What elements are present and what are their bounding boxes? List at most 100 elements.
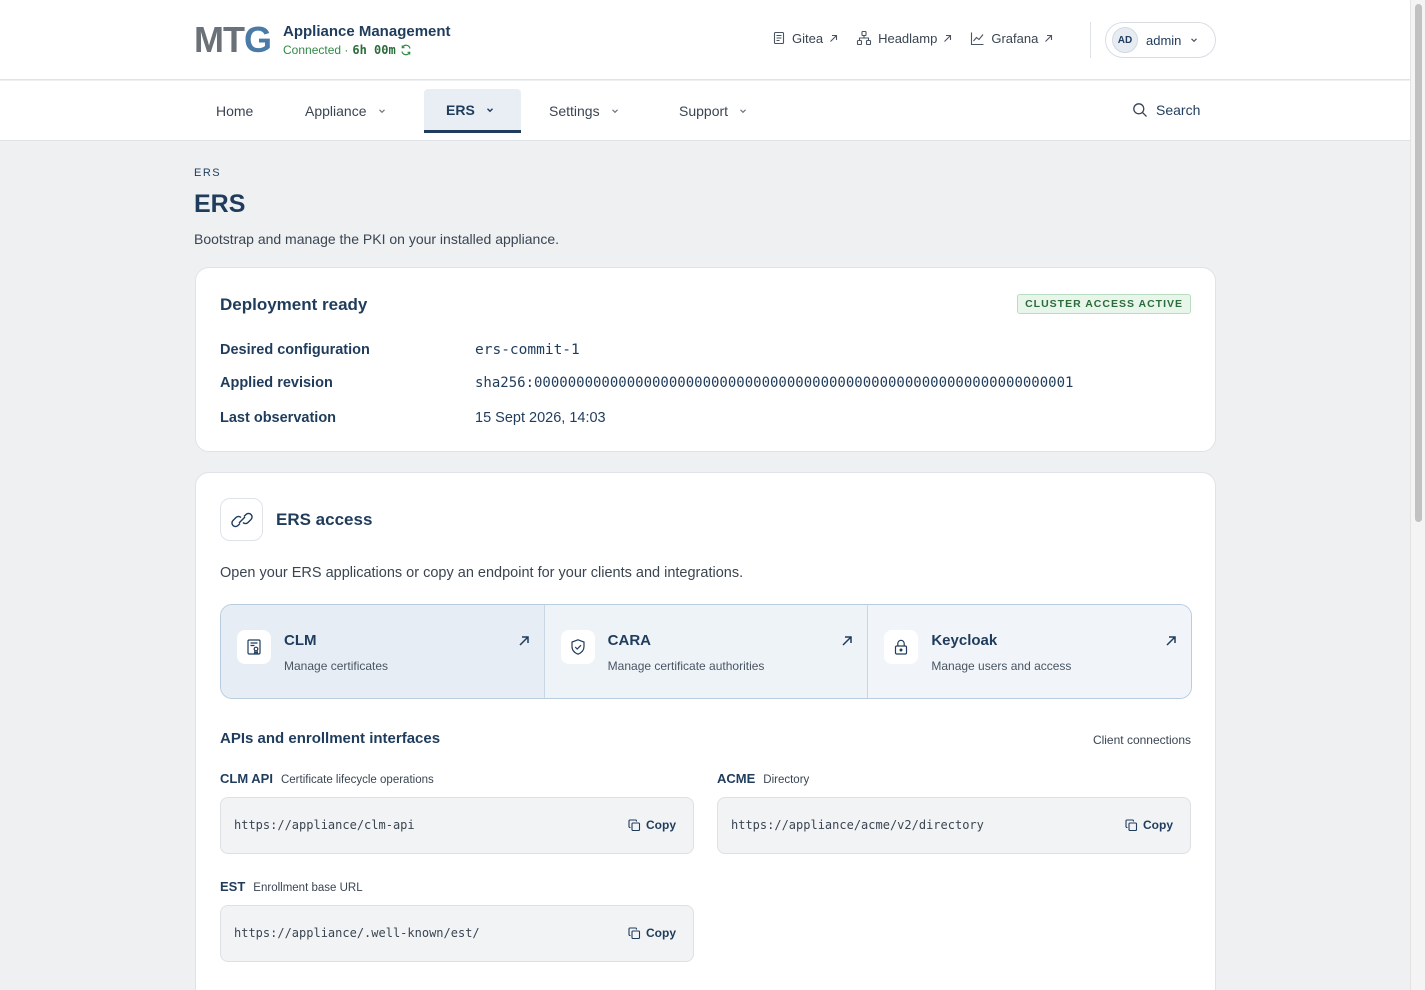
access-description: Open your ERS applications or copy an en… — [220, 565, 744, 581]
endpoint-description: Enrollment base URL — [253, 882, 363, 894]
app-description: Manage certificate authorities — [607, 659, 765, 673]
chart-line-icon — [971, 32, 984, 45]
app-name: Keycloak — [931, 632, 998, 649]
search-icon — [1133, 103, 1147, 117]
nav-home-label: Home — [216, 103, 254, 119]
deployment-card: Deployment ready CLUSTER ACCESS ACTIVE D… — [195, 267, 1216, 452]
external-arrow-icon — [944, 34, 952, 42]
nav-appliance-label: Appliance — [305, 103, 367, 119]
chevron-down-icon — [486, 107, 493, 112]
endpoint-url[interactable]: https://appliance/acme/v2/directory — [731, 818, 984, 832]
last-observation-label: Last observation — [220, 410, 337, 426]
external-arrow-icon — [830, 34, 838, 42]
nav-ers-label: ERS — [446, 101, 475, 118]
applied-revision-value: sha256:000000000000000000000000000000000… — [475, 375, 1074, 391]
endpoint-field-clm-api[interactable]: https://appliance/clm-api Copy — [220, 797, 694, 854]
header-divider — [1090, 22, 1091, 58]
app-description: Manage users and access — [931, 659, 1072, 673]
endpoint-description: Directory — [763, 774, 810, 786]
document-icon — [773, 31, 785, 45]
headlamp-link[interactable]: Headlamp — [856, 30, 952, 46]
scrollbar-thumb[interactable] — [1415, 4, 1422, 522]
external-arrow-icon — [1166, 636, 1176, 646]
copy-label: Copy — [646, 818, 676, 832]
nav-home[interactable]: Home — [194, 89, 275, 133]
logo: MTG — [194, 19, 272, 60]
nav-settings[interactable]: Settings — [527, 89, 642, 133]
page-scrollbar[interactable] — [1410, 0, 1425, 990]
grafana-label: Grafana — [991, 30, 1039, 46]
avatar: AD — [1112, 27, 1138, 53]
copy-icon — [628, 818, 641, 831]
connection-status: Connected · 6h 00m — [283, 42, 451, 58]
network-icon — [857, 30, 872, 46]
chevron-down-icon — [611, 109, 618, 114]
chevron-down-icon — [1191, 38, 1198, 43]
endpoint-name: ACME — [717, 771, 756, 786]
copy-button[interactable]: Copy — [628, 818, 676, 832]
ers-access-card: ERS access Open your ERS applications or… — [195, 472, 1216, 990]
app-tile-cara[interactable]: CARA Manage certificate authorities — [545, 605, 869, 698]
deployment-title: Deployment ready — [220, 295, 368, 314]
status-badge: CLUSTER ACCESS ACTIVE — [1017, 294, 1191, 314]
external-links: Gitea Headlamp Grafana — [772, 30, 1053, 46]
app-tile-clm[interactable]: CLM Manage certificates — [221, 605, 545, 698]
shield-check-icon — [560, 630, 595, 664]
endpoint-field-acme[interactable]: https://appliance/acme/v2/directory Copy — [717, 797, 1191, 854]
page-subtitle: Bootstrap and manage the PKI on your ins… — [194, 231, 560, 247]
brand[interactable]: MTG Appliance Management Connected · 6h … — [194, 20, 451, 60]
desired-config-value: ers-commit-1 — [475, 342, 580, 358]
copy-icon — [1125, 818, 1138, 831]
external-arrow-icon — [519, 636, 529, 646]
search-button[interactable]: Search — [1132, 102, 1200, 118]
link-icon — [220, 498, 263, 541]
endpoint-field-est[interactable]: https://appliance/.well-known/est/ Copy — [220, 905, 694, 962]
endpoint-description: Certificate lifecycle operations — [280, 774, 434, 786]
copy-button[interactable]: Copy — [628, 926, 676, 940]
copy-icon — [628, 926, 641, 939]
app-name: CARA — [607, 632, 652, 649]
endpoint-url[interactable]: https://appliance/clm-api — [234, 818, 415, 832]
external-arrow-icon — [842, 636, 853, 646]
client-connections-link[interactable]: Client connections — [1093, 733, 1191, 747]
nav-support[interactable]: Support — [657, 89, 770, 133]
user-menu-button[interactable]: AD admin — [1105, 22, 1216, 58]
copy-label: Copy — [646, 926, 676, 940]
app-name: CLM — [284, 632, 317, 649]
copy-label: Copy — [1143, 818, 1173, 832]
status-text: Connected · — [283, 43, 349, 57]
nav-settings-label: Settings — [549, 103, 600, 119]
app-description: Manage certificates — [284, 659, 389, 673]
endpoint-url[interactable]: https://appliance/.well-known/est/ — [234, 926, 480, 940]
certificate-icon — [237, 630, 271, 664]
nav-ers[interactable]: ERS — [424, 89, 521, 133]
nav-support-label: Support — [679, 103, 729, 119]
main-nav: Home Appliance ERS Settings Support Sear… — [0, 81, 1410, 141]
endpoint-label-acme: ACME Directory — [717, 771, 809, 786]
last-observation-value: 15 Sept 2026, 14:03 — [475, 410, 606, 426]
endpoint-name: EST — [220, 879, 246, 894]
copy-button[interactable]: Copy — [1125, 818, 1173, 832]
grafana-link[interactable]: Grafana — [970, 30, 1053, 46]
search-label: Search — [1156, 102, 1201, 118]
chevron-down-icon — [740, 109, 746, 114]
endpoint-label-est: EST Enrollment base URL — [220, 879, 363, 894]
app-launcher: CLM Manage certificates CARA Manage cert… — [220, 604, 1192, 699]
endpoint-label-clm-api: CLM API Certificate lifecycle operations — [220, 771, 434, 786]
gitea-link[interactable]: Gitea — [772, 30, 838, 46]
apis-section-title: APIs and enrollment interfaces — [220, 730, 441, 747]
refresh-icon[interactable] — [400, 44, 412, 56]
chevron-down-icon — [378, 109, 385, 114]
lock-icon — [884, 630, 919, 664]
user-name: admin — [1146, 32, 1182, 48]
breadcrumb[interactable]: ERS — [194, 167, 221, 179]
app-title: Appliance Management — [283, 23, 451, 40]
headlamp-label: Headlamp — [878, 30, 938, 46]
app-tile-keycloak[interactable]: Keycloak Manage users and access — [868, 605, 1191, 698]
page-title: ERS — [194, 190, 246, 218]
uptime-value: 6h 00m — [352, 43, 396, 57]
external-arrow-icon — [1045, 34, 1053, 42]
desired-config-label: Desired configuration — [220, 342, 370, 358]
top-header: MTG Appliance Management Connected · 6h … — [0, 0, 1410, 80]
nav-appliance[interactable]: Appliance — [283, 89, 409, 133]
